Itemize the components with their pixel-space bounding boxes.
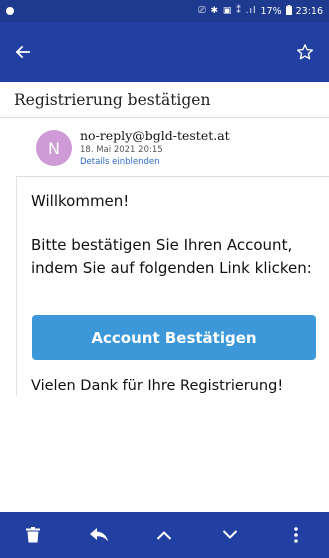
- email-subject: Registrierung bestätigen: [0, 82, 329, 118]
- status-icons: ⎚ ✱ ▣ ⁑ .ıl 17% 23:16: [198, 4, 323, 18]
- battery-level: 17%: [260, 5, 282, 17]
- instruction-text: Bitte bestätigen Sie Ihren Account, inde…: [31, 236, 312, 277]
- star-icon: [296, 44, 314, 60]
- email-body: Willkommen! Bitte bestätigen Sie Ihren A…: [16, 176, 329, 396]
- sender-header: N no-reply@bgld-testet.at 18. Mai 2021 2…: [0, 118, 329, 175]
- previous-button[interactable]: [150, 521, 178, 549]
- notification-dot-icon: [6, 7, 14, 15]
- greeting-text: Willkommen!: [31, 192, 130, 210]
- sender-email: no-reply@bgld-testet.at: [80, 128, 230, 143]
- arrow-left-icon: [15, 45, 30, 59]
- reply-icon: [89, 528, 108, 542]
- delete-button[interactable]: [19, 521, 47, 549]
- app-bar: [0, 22, 329, 82]
- avatar-letter: N: [48, 138, 60, 158]
- thanks-text: Vielen Dank für Ihre Registrierung!: [31, 378, 284, 394]
- status-bar: ⎚ ✱ ▣ ⁑ .ıl 17% 23:16: [0, 0, 329, 22]
- bottom-action-bar: [0, 512, 329, 558]
- chevron-up-icon: [157, 531, 172, 540]
- star-button[interactable]: [291, 38, 319, 66]
- delete-icon: [25, 527, 40, 543]
- sender-info: no-reply@bgld-testet.at 18. Mai 2021 20:…: [80, 128, 230, 168]
- avatar[interactable]: N: [36, 130, 72, 166]
- more-button[interactable]: [282, 521, 310, 549]
- confirm-account-button[interactable]: Account Bestätigen: [32, 315, 316, 360]
- reply-button[interactable]: [85, 521, 113, 549]
- next-button[interactable]: [216, 521, 244, 549]
- chevron-down-icon: [223, 530, 238, 539]
- more-vertical-icon: [294, 527, 298, 543]
- subject-text: Registrierung bestätigen: [14, 90, 211, 109]
- battery-icon: [285, 4, 292, 18]
- sent-date: 18. Mai 2021 20:15: [80, 145, 163, 155]
- status-icons-text: ⎚ ✱ ▣ ⁑ .ıl: [198, 6, 257, 16]
- show-details-link[interactable]: Details einblenden: [80, 156, 230, 168]
- clock: 23:16: [295, 5, 323, 17]
- back-button[interactable]: [8, 38, 36, 66]
